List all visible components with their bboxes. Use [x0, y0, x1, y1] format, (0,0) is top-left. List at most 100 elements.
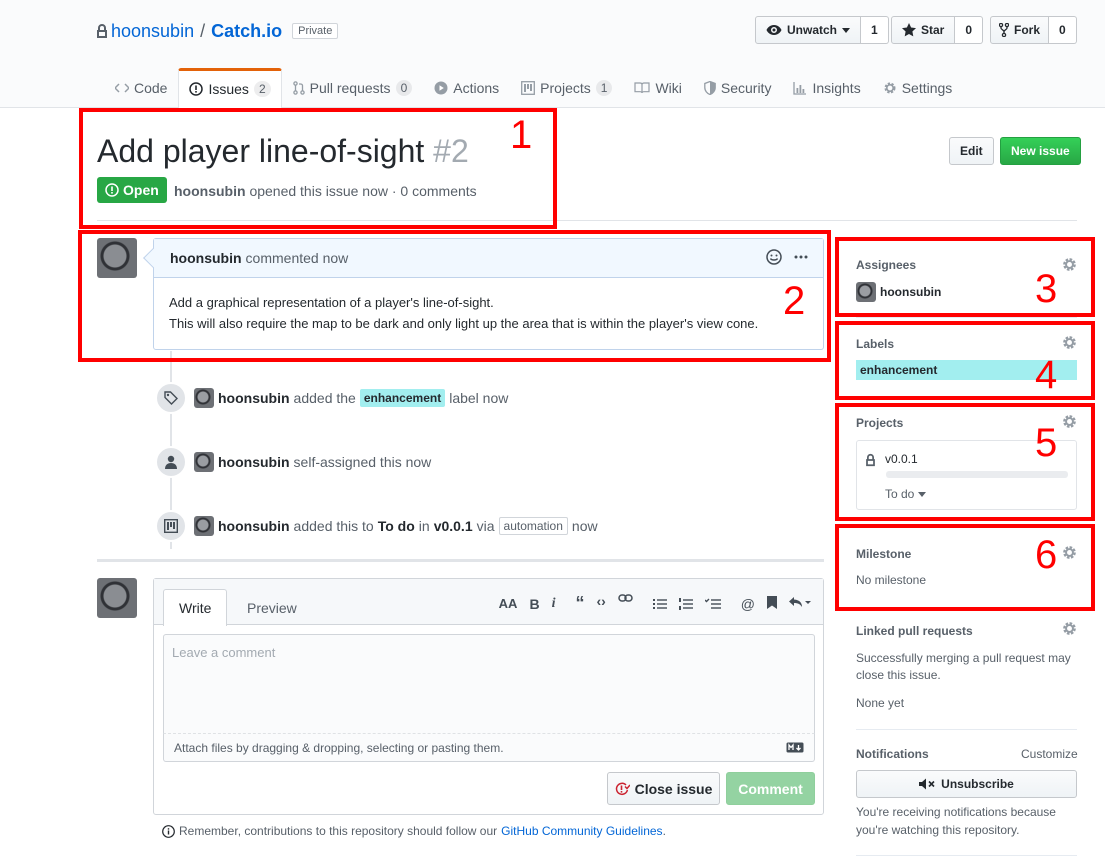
markdown-icon[interactable] [786, 742, 804, 753]
unordered-list-icon[interactable] [652, 598, 667, 610]
text-size-icon[interactable]: AA [499, 596, 518, 611]
reply-icon[interactable] [789, 596, 811, 612]
unwatch-label: Unwatch [787, 23, 838, 37]
project-link[interactable]: v0.0.1 [434, 518, 473, 534]
projects-heading[interactable]: Projects [856, 416, 903, 430]
project-name-link[interactable]: v0.0.1 [885, 452, 918, 466]
linked-prs-desc: Successfully merging a pull request may [856, 651, 1071, 665]
tab-settings[interactable]: Settings [872, 68, 964, 108]
comment-textarea[interactable]: Leave a comment [163, 634, 815, 734]
comment-author-link[interactable]: hoonsubin [170, 250, 242, 266]
forks-count[interactable]: 0 [1049, 16, 1077, 44]
star-button[interactable]: Star [891, 16, 956, 44]
tab-code[interactable]: Code [104, 68, 178, 108]
avatar[interactable] [194, 452, 214, 472]
play-icon [434, 81, 448, 95]
label-enhancement[interactable]: enhancement [359, 389, 446, 407]
milestone-heading[interactable]: Milestone [856, 547, 911, 561]
tab-security[interactable]: Security [693, 68, 783, 108]
project-column-link[interactable]: To do [378, 518, 415, 534]
smiley-icon[interactable] [766, 249, 782, 265]
assignee-item[interactable]: hoonsubin [856, 282, 941, 302]
gear-icon[interactable] [1062, 414, 1077, 429]
bookmark-icon[interactable] [767, 595, 777, 612]
edit-button[interactable]: Edit [949, 137, 994, 165]
stars-count[interactable]: 0 [955, 16, 984, 44]
tasklist-icon[interactable] [704, 598, 721, 610]
watchers-count[interactable]: 1 [861, 16, 889, 44]
customize-link[interactable]: Customize [1021, 747, 1078, 761]
event-text: label now [449, 390, 509, 406]
tab-label: Settings [901, 79, 953, 96]
issue-author-link[interactable]: hoonsubin [174, 183, 246, 199]
project-column-label: To do [885, 487, 915, 501]
caret-down-icon [918, 491, 927, 497]
repo-owner-link[interactable]: hoonsubin [111, 21, 194, 42]
kebab-horizontal-icon[interactable] [794, 255, 808, 259]
file-attachment-bar[interactable]: Attach files by dragging & dropping, sel… [163, 734, 815, 762]
quote-icon[interactable]: “ [575, 593, 584, 614]
tab-actions[interactable]: Actions [423, 68, 510, 108]
code-icon[interactable]: ‹› [596, 593, 605, 614]
guidelines-punct: . [662, 824, 666, 838]
annotation-number: 4 [1035, 353, 1058, 397]
close-issue-label: Close issue [634, 780, 713, 797]
timeline-divider [97, 559, 824, 562]
event-actor-link[interactable]: hoonsubin [218, 454, 290, 470]
timeline-assign-event: hoonsubin self-assigned this now [155, 446, 431, 478]
private-badge: Private [292, 23, 339, 39]
link-icon[interactable] [618, 593, 633, 614]
unsubscribe-button[interactable]: Unsubscribe [856, 770, 1077, 798]
avatar[interactable] [194, 516, 214, 536]
linked-prs-desc: close this issue. [856, 668, 941, 682]
guidelines-link[interactable]: GitHub Community Guidelines [501, 824, 662, 838]
tab-issues[interactable]: Issues 2 [178, 68, 282, 109]
gear-icon [883, 81, 897, 95]
close-issue-button[interactable]: Close issue [607, 772, 720, 805]
mute-icon [919, 778, 935, 790]
comment-body: Add a graphical representation of a play… [154, 278, 823, 348]
event-text: self-assigned this now [293, 454, 432, 470]
tab-label: Issues [208, 81, 249, 97]
tab-pull-requests[interactable]: Pull requests 0 [282, 68, 424, 108]
comment-button[interactable]: Comment [726, 772, 815, 805]
sidebar-divider [856, 729, 1077, 730]
avatar[interactable] [97, 578, 137, 618]
avatar[interactable] [97, 238, 137, 278]
gear-icon[interactable] [1062, 257, 1077, 272]
event-actor-link[interactable]: hoonsubin [218, 390, 290, 406]
issue-number: #2 [433, 133, 469, 169]
tab-preview[interactable]: Preview [232, 589, 312, 626]
gear-icon[interactable] [1062, 621, 1077, 636]
ordered-list-icon[interactable] [678, 597, 693, 610]
tab-wiki[interactable]: Wiki [623, 68, 692, 108]
new-issue-button[interactable]: New issue [1000, 137, 1081, 165]
linked-prs-heading[interactable]: Linked pull requests [856, 624, 973, 638]
mention-icon[interactable]: @ [741, 596, 755, 612]
gear-icon[interactable] [1062, 545, 1077, 560]
project-column-dropdown[interactable]: To do [885, 487, 927, 501]
gear-icon[interactable] [1062, 335, 1077, 350]
header-divider [97, 220, 1077, 221]
tab-insights[interactable]: Insights [782, 68, 871, 108]
repo-separator: / [200, 20, 206, 41]
labels-heading[interactable]: Labels [856, 337, 894, 351]
assignees-heading[interactable]: Assignees [856, 258, 916, 272]
tab-projects[interactable]: Projects 1 [510, 68, 623, 108]
unsubscribe-label: Unsubscribe [941, 777, 1014, 791]
timeline-label-event: hoonsubin added the enhancement label no… [155, 382, 508, 414]
comment-placeholder: Leave a comment [172, 645, 276, 660]
event-actor-link[interactable]: hoonsubin [218, 518, 290, 534]
issue-title-text: Add player line-of-sight [97, 133, 425, 169]
bold-icon[interactable]: B [529, 596, 539, 612]
repo-name-link[interactable]: Catch.io [211, 21, 282, 42]
avatar[interactable] [194, 388, 214, 408]
unwatch-button[interactable]: Unwatch [755, 16, 862, 44]
repo-nav: Code Issues 2 Pull requests 0 Actions Pr… [104, 68, 964, 109]
fork-button[interactable]: Fork [990, 16, 1050, 44]
tab-write[interactable]: Write [163, 589, 228, 626]
italic-icon[interactable]: i [552, 596, 556, 612]
caret-down-icon [842, 27, 851, 33]
milestone-value: No milestone [856, 573, 927, 587]
star-icon [902, 23, 916, 37]
